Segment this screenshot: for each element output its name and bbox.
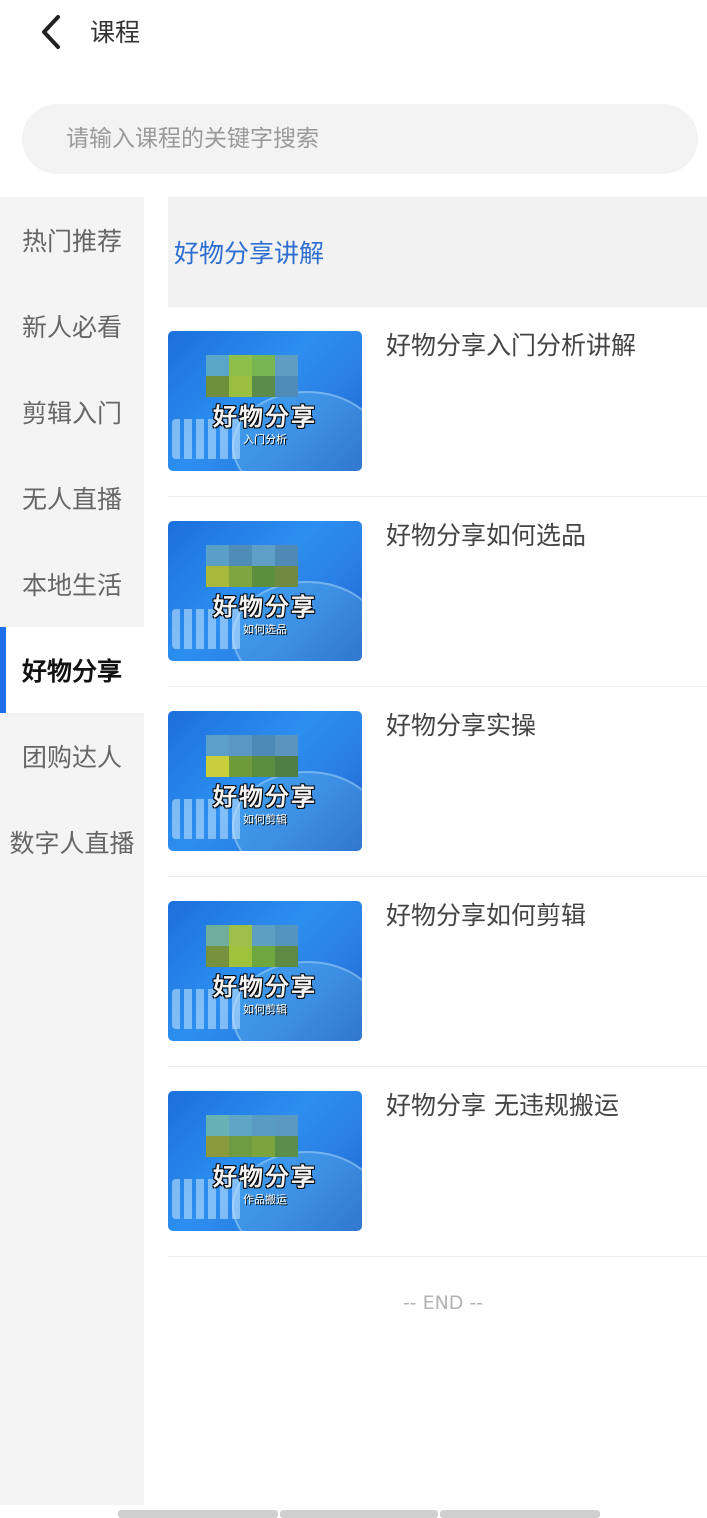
course-title[interactable]: 好物分享 无违规搬运	[386, 1089, 619, 1123]
sidebar-item-unmanned-live[interactable]: 无人直播	[0, 455, 144, 541]
home-indicator	[118, 1510, 278, 1518]
home-indicator	[440, 1510, 600, 1518]
list-end-marker: -- END --	[402, 1292, 484, 1314]
thumbnail-title: 好物分享	[213, 972, 317, 1001]
course-title[interactable]: 好物分享入门分析讲解	[386, 329, 636, 363]
thumbnail-subtitle: 如何剪辑	[243, 1003, 287, 1016]
sidebar-item-group-buy[interactable]: 团购达人	[0, 713, 144, 799]
section-title: 好物分享讲解	[174, 239, 325, 268]
home-indicator	[280, 1510, 438, 1518]
sidebar-item-label: 好物分享	[21, 657, 122, 686]
thumbnail-subtitle: 如何选品	[243, 623, 287, 636]
sidebar-item-hot[interactable]: 热门推荐	[0, 197, 144, 283]
course-title[interactable]: 好物分享如何剪辑	[386, 899, 586, 933]
sidebar-item-local-life[interactable]: 本地生活	[0, 541, 144, 627]
list-item[interactable]: 好物分享 入门分析 好物分享入门分析讲解	[168, 307, 707, 497]
thumbnail-title: 好物分享	[213, 1162, 317, 1191]
sidebar-item-label: 本地生活	[21, 571, 122, 600]
sidebar-item-newbie[interactable]: 新人必看	[0, 283, 144, 369]
sidebar-item-goods-sharing[interactable]: 好物分享	[0, 627, 144, 713]
course-thumbnail[interactable]: 好物分享 如何剪辑	[168, 711, 362, 851]
thumbnail-title: 好物分享	[213, 592, 317, 621]
top-bar: 课程	[0, 0, 707, 70]
search-bar[interactable]	[22, 104, 698, 174]
thumbnail-subtitle: 如何剪辑	[243, 813, 287, 826]
course-title[interactable]: 好物分享如何选品	[386, 519, 586, 553]
course-thumbnail[interactable]: 好物分享 如何选品	[168, 521, 362, 661]
sidebar-item-label: 数字人直播	[9, 829, 135, 858]
list-item[interactable]: 好物分享 如何剪辑 好物分享如何剪辑	[168, 877, 707, 1067]
sidebar-item-digital-human-live[interactable]: 数字人直播	[0, 799, 144, 885]
list-item[interactable]: 好物分享 如何剪辑 好物分享实操	[168, 687, 707, 877]
sidebar-item-editing[interactable]: 剪辑入门	[0, 369, 144, 455]
category-sidebar: 热门推荐 新人必看 剪辑入门 无人直播 本地生活 好物分享 团购达人 数字人直播	[0, 197, 144, 1505]
sidebar-item-label: 热门推荐	[21, 227, 122, 256]
sidebar-item-label: 无人直播	[21, 485, 122, 514]
section-header: 好物分享讲解	[168, 197, 707, 307]
thumbnail-subtitle: 入门分析	[243, 433, 287, 446]
sidebar-item-label: 新人必看	[21, 313, 122, 342]
course-thumbnail[interactable]: 好物分享 作品搬运	[168, 1091, 362, 1231]
thumbnail-title: 好物分享	[213, 782, 317, 811]
course-list-panel: 好物分享讲解 好物分享 入门分析 好物分享入门分析讲解 好物分享 如何选品 好物…	[168, 197, 707, 1257]
search-input[interactable]	[66, 126, 646, 152]
page-title: 课程	[90, 18, 141, 47]
back-button[interactable]	[34, 12, 68, 52]
list-item[interactable]: 好物分享 如何选品 好物分享如何选品	[168, 497, 707, 687]
thumbnail-title: 好物分享	[213, 402, 317, 431]
sidebar-item-label: 剪辑入门	[21, 399, 122, 428]
course-thumbnail[interactable]: 好物分享 入门分析	[168, 331, 362, 471]
thumbnail-subtitle: 作品搬运	[243, 1193, 287, 1206]
list-item[interactable]: 好物分享 作品搬运 好物分享 无违规搬运	[168, 1067, 707, 1257]
course-title[interactable]: 好物分享实操	[386, 709, 536, 743]
chevron-left-icon	[42, 15, 60, 49]
sidebar-item-label: 团购达人	[21, 743, 122, 772]
course-thumbnail[interactable]: 好物分享 如何剪辑	[168, 901, 362, 1041]
